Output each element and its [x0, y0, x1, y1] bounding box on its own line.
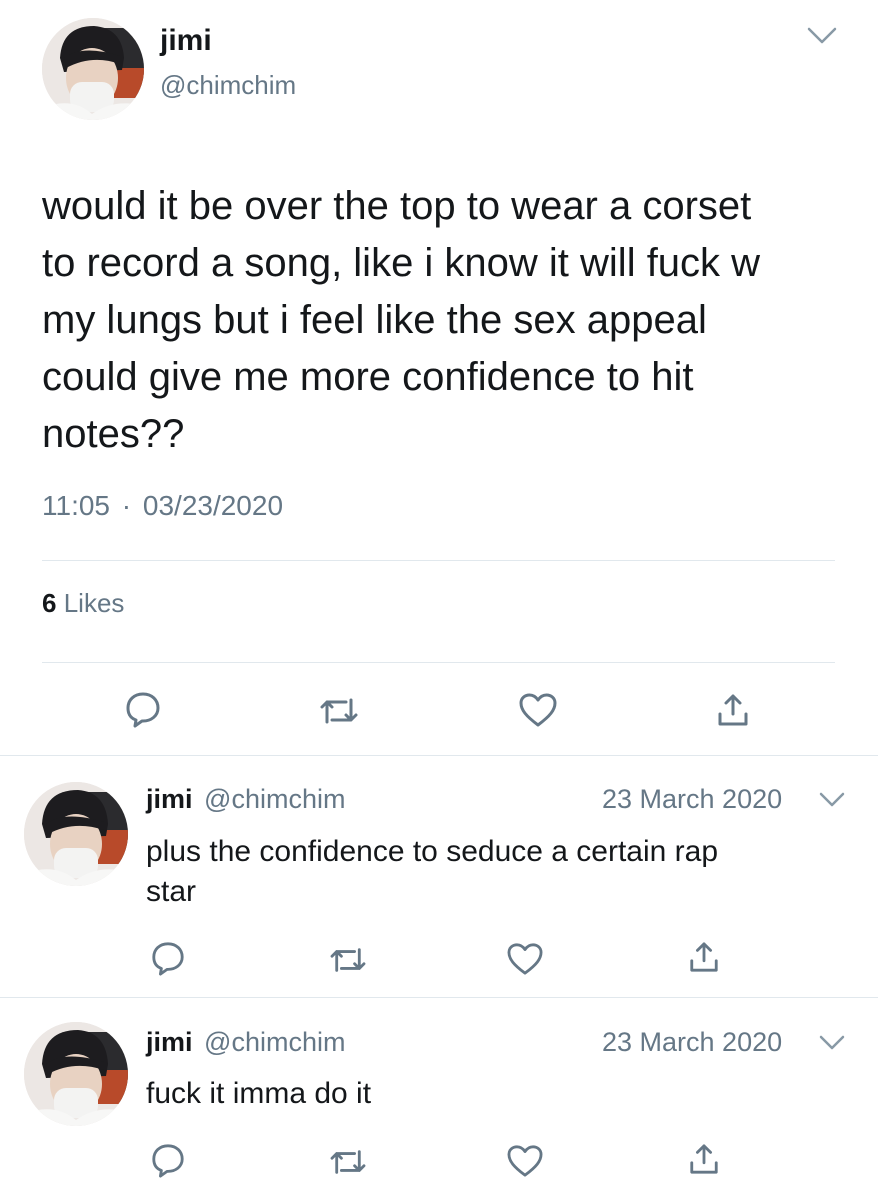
heart-icon[interactable] — [506, 1144, 544, 1178]
tweet-text-line: notes?? — [42, 412, 185, 456]
retweet-icon[interactable] — [328, 1146, 368, 1178]
tweet-timestamp[interactable]: 11:05 · 03/23/2020 — [42, 490, 283, 522]
tweet-text-line: to record a song, like i know it will fu… — [42, 241, 761, 285]
share-icon[interactable] — [688, 1142, 720, 1176]
tweet-date: 03/23/2020 — [142, 490, 284, 521]
divider — [0, 755, 878, 756]
author-handle[interactable]: @chimchim — [204, 1027, 345, 1057]
reply-date[interactable]: 23 March 2020 — [602, 784, 782, 815]
share-icon[interactable] — [716, 692, 750, 728]
reply-icon[interactable] — [124, 690, 162, 728]
divider — [42, 560, 835, 561]
likes-count[interactable]: 6 Likes — [42, 588, 124, 619]
tweet-time: 11:05 — [42, 490, 110, 521]
avatar[interactable] — [24, 782, 128, 886]
reply-icon[interactable] — [150, 1142, 186, 1178]
reply-text-line: fuck it imma do it — [146, 1077, 372, 1110]
reply-text-line: plus the confidence to seduce a certain … — [146, 835, 719, 868]
author-handle[interactable]: @chimchim — [160, 70, 296, 101]
divider — [0, 997, 878, 998]
avatar[interactable] — [42, 18, 144, 120]
timestamp-separator: · — [121, 490, 132, 521]
reply-header: jimi @chimchim — [146, 784, 345, 815]
avatar[interactable] — [24, 1022, 128, 1126]
retweet-icon[interactable] — [328, 944, 368, 976]
heart-icon[interactable] — [506, 942, 544, 976]
author-name[interactable]: jimi — [146, 1027, 193, 1057]
retweet-icon[interactable] — [318, 694, 360, 728]
reply-header: jimi @chimchim — [146, 1027, 345, 1058]
chevron-down-icon[interactable] — [818, 1034, 846, 1052]
tweet-text-line: would it be over the top to wear a corse… — [42, 184, 752, 228]
chevron-down-icon[interactable] — [818, 791, 846, 809]
reply-text: fuck it imma do it — [146, 1074, 371, 1114]
tweet-text: would it be over the top to wear a corse… — [42, 178, 760, 463]
likes-label: Likes — [63, 588, 125, 618]
heart-icon[interactable] — [518, 692, 558, 728]
tweet-text-line: my lungs but i feel like the sex appeal — [42, 298, 707, 342]
reply-date[interactable]: 23 March 2020 — [602, 1027, 782, 1058]
divider — [42, 662, 835, 663]
reply-icon[interactable] — [150, 940, 186, 976]
author-name[interactable]: jimi — [146, 784, 193, 814]
author-name[interactable]: jimi — [160, 24, 212, 58]
author-handle[interactable]: @chimchim — [204, 784, 345, 814]
chevron-down-icon[interactable] — [806, 26, 838, 46]
share-icon[interactable] — [688, 940, 720, 974]
likes-number: 6 — [42, 588, 57, 618]
reply-text: plus the confidence to seduce a certain … — [146, 832, 718, 912]
tweet-text-line: could give me more confidence to hit — [42, 355, 694, 399]
reply-text-line: star — [146, 875, 197, 908]
